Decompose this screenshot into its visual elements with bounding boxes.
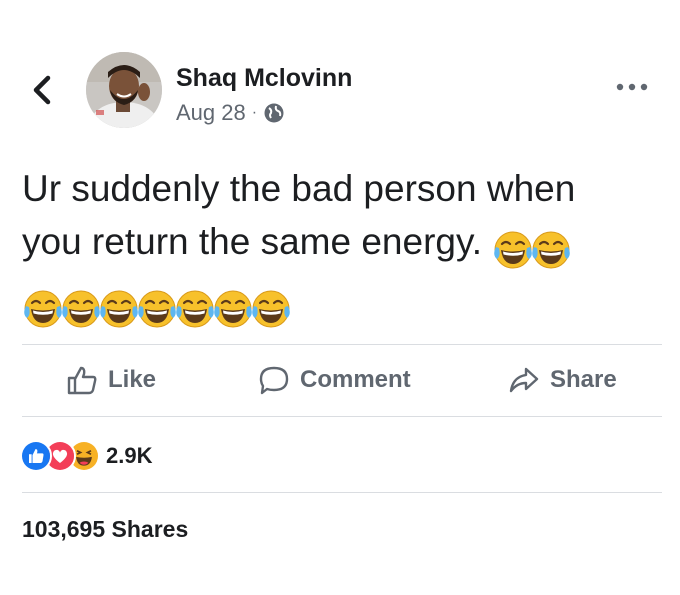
laughing-crying-emoji-icon (60, 288, 102, 330)
share-label: Share (550, 366, 617, 393)
reaction-summary[interactable]: 2.9K (20, 440, 152, 472)
post-date[interactable]: Aug 28 (176, 100, 246, 126)
more-options-button[interactable] (614, 80, 650, 94)
chevron-left-icon (33, 75, 51, 105)
reaction-count: 2.9K (106, 443, 153, 468)
laughing-crying-emoji-icon (212, 288, 254, 330)
laughing-crying-emoji-icon (492, 229, 534, 271)
divider-middle (22, 416, 662, 417)
emoji-group-line3 (22, 280, 288, 333)
laughing-crying-emoji-icon (530, 229, 572, 271)
share-button[interactable]: Share (508, 364, 617, 396)
author-name[interactable]: Shaq Mclovinn (176, 64, 352, 93)
back-button[interactable] (24, 70, 60, 110)
avatar-photo (86, 52, 162, 128)
post-text-line1: Ur suddenly the bad person when (22, 168, 576, 209)
emoji-group-inline (492, 221, 568, 274)
avatar[interactable] (86, 52, 162, 128)
more-dots-icon (616, 83, 648, 91)
post-text: Ur suddenly the bad person when you retu… (22, 162, 662, 333)
divider-bottom (22, 492, 662, 493)
like-label: Like (108, 366, 157, 393)
like-reaction-icon (20, 440, 52, 472)
laughing-crying-emoji-icon (136, 288, 178, 330)
comment-bubble-icon (259, 366, 289, 395)
like-button[interactable]: Like (66, 364, 156, 396)
laughing-crying-emoji-icon (250, 288, 292, 330)
share-arrow-icon (509, 367, 539, 393)
meta-separator: · (251, 104, 258, 121)
laughing-crying-emoji-icon (98, 288, 140, 330)
post-meta: Aug 28 · (176, 100, 285, 126)
comment-button[interactable]: Comment (258, 364, 411, 396)
thumbs-up-icon (67, 366, 97, 395)
globe-icon (264, 103, 284, 123)
shares-count[interactable]: 103,695 Shares (22, 516, 188, 543)
comment-label: Comment (300, 366, 411, 393)
laughing-crying-emoji-icon (174, 288, 216, 330)
laughing-crying-emoji-icon (22, 288, 64, 330)
post-text-line2: you return the same energy. (22, 221, 483, 262)
action-bar: Like Comment Share (22, 352, 662, 412)
divider-top (22, 344, 662, 345)
